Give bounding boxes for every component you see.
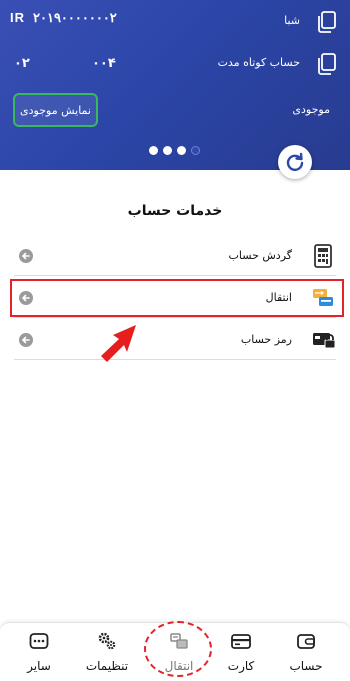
carousel-dot-active[interactable] — [191, 146, 200, 155]
divider — [14, 317, 336, 318]
list-item-label: انتقال — [265, 291, 292, 304]
refresh-icon — [286, 152, 304, 172]
divider — [14, 275, 336, 276]
card-icon — [231, 631, 251, 651]
sheba-label: شبا — [284, 14, 300, 27]
wallet-icon — [296, 631, 316, 651]
nav-item-transfer[interactable]: انتقال — [149, 629, 209, 677]
services-title: خدمات حساب — [127, 203, 223, 219]
nav-item-account[interactable]: حساب — [276, 629, 336, 677]
branch-code: ۰۰۴ — [92, 56, 116, 71]
carousel-dot[interactable] — [163, 146, 172, 155]
nav-label: انتقال — [164, 659, 194, 673]
list-item-label: گردش حساب — [228, 249, 292, 262]
list-item-statement[interactable]: گردش حساب — [14, 238, 336, 276]
copy-icon[interactable] — [316, 10, 338, 34]
short-term-label: حساب کوتاه مدت — [217, 56, 300, 69]
arrow-left-icon[interactable] — [19, 291, 33, 305]
sheba-number: IR ۲۰۱۹۰۰۰۰۰۰۰۲ — [10, 10, 117, 26]
nav-label: سایر — [27, 659, 51, 673]
transfer-cards-icon — [312, 286, 334, 310]
list-item-account-password[interactable]: رمز حساب — [14, 322, 336, 360]
account-code: ۰۲ — [14, 56, 30, 71]
gears-icon — [97, 631, 117, 651]
carousel-indicator — [149, 146, 200, 156]
sheba-row: شبا IR ۲۰۱۹۰۰۰۰۰۰۰۲ — [0, 8, 350, 34]
bottom-nav: حساب کارت انتقال تنظیمات سایر — [0, 622, 350, 681]
list-item-label: رمز حساب — [240, 333, 292, 346]
statement-icon — [312, 244, 334, 268]
red-arrow-icon — [101, 325, 136, 362]
nav-item-settings[interactable]: تنظیمات — [77, 629, 137, 677]
carousel-dot[interactable] — [149, 146, 158, 155]
arrow-left-icon[interactable] — [19, 249, 33, 263]
carousel-dot[interactable] — [177, 146, 186, 155]
more-icon — [29, 631, 49, 651]
nav-item-other[interactable]: سایر — [9, 629, 69, 677]
transfer-icon — [169, 631, 189, 651]
divider — [14, 359, 336, 360]
sheba-prefix: IR — [10, 10, 25, 25]
copy-icon[interactable] — [316, 52, 338, 76]
account-password-icon — [312, 328, 336, 352]
nav-label: کارت — [227, 659, 255, 673]
arrow-left-icon[interactable] — [19, 333, 33, 347]
nav-label: حساب — [289, 659, 323, 673]
balance-label: موجودی — [292, 103, 330, 116]
sheba-digits: ۲۰۱۹۰۰۰۰۰۰۰۲ — [33, 10, 117, 25]
list-item-transfer[interactable]: انتقال — [14, 280, 336, 318]
nav-label: تنظیمات — [85, 659, 129, 673]
nav-item-card[interactable]: کارت — [211, 629, 271, 677]
refresh-button[interactable] — [278, 145, 312, 179]
show-balance-button[interactable]: نمایش موجودی — [13, 93, 98, 127]
short-term-account-row: حساب کوتاه مدت ۰۲ ۰۰۴ — [0, 50, 350, 76]
